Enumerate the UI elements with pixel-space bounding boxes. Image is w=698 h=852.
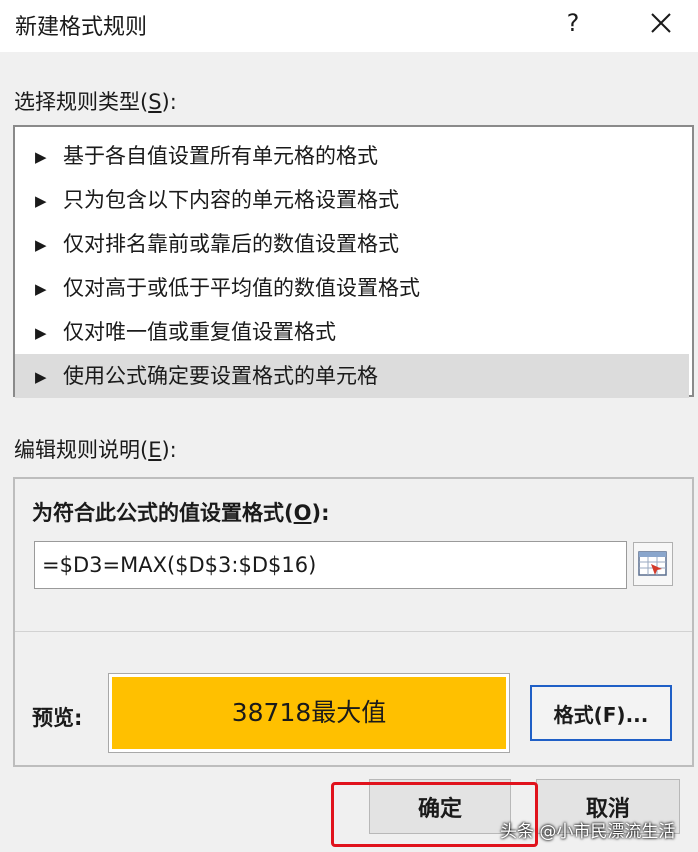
close-icon — [651, 13, 671, 33]
rule-type-item-unique-duplicate[interactable]: ▶ 仅对唯一值或重复值设置格式 — [15, 310, 692, 354]
rule-description-label: 编辑规则说明(E): — [14, 438, 177, 462]
rule-type-list[interactable]: ▶ 基于各自值设置所有单元格的格式 ▶ 只为包含以下内容的单元格设置格式 ▶ 仅对排名… — [13, 125, 694, 398]
rule-type-item-label: 基于各自值设置所有单元格的格式 — [63, 144, 378, 168]
ok-button[interactable]: 确定 — [369, 779, 511, 834]
expand-arrow-icon: ▶ — [35, 148, 47, 166]
expand-arrow-icon: ▶ — [35, 368, 47, 386]
title-bar: 新建格式规则 ? — [0, 0, 698, 52]
rule-description-panel: 为符合此公式的值设置格式(O): =$D3=MAX($D$3:$D$16) 预览… — [13, 477, 694, 767]
rule-type-item-use-formula[interactable]: ▶ 使用公式确定要设置格式的单元格 — [15, 354, 689, 398]
watermark: 头条 @小市民漂流生活 — [500, 822, 676, 842]
rule-type-item-label: 仅对高于或低于平均值的数值设置格式 — [63, 276, 420, 300]
range-select-button[interactable] — [633, 542, 673, 586]
expand-arrow-icon: ▶ — [35, 192, 47, 210]
expand-arrow-icon: ▶ — [35, 280, 47, 298]
expand-arrow-icon: ▶ — [35, 324, 47, 342]
panel-divider — [15, 631, 692, 632]
format-preview: 38718最大值 — [108, 673, 510, 753]
rule-type-item-label: 仅对排名靠前或靠后的数值设置格式 — [63, 232, 399, 256]
range-select-icon — [638, 551, 667, 576]
dialog-title: 新建格式规则 — [15, 15, 148, 40]
rule-type-label: 选择规则类型(S): — [14, 90, 177, 114]
rule-type-item-label: 只为包含以下内容的单元格设置格式 — [63, 188, 399, 212]
preview-label: 预览: — [32, 706, 83, 730]
rule-type-item-above-below-average[interactable]: ▶ 仅对高于或低于平均值的数值设置格式 — [15, 266, 692, 310]
formula-input[interactable]: =$D3=MAX($D$3:$D$16) — [34, 541, 627, 589]
rule-type-item-label: 使用公式确定要设置格式的单元格 — [63, 364, 378, 388]
close-button[interactable] — [640, 4, 682, 44]
rule-type-item-each-value[interactable]: ▶ 基于各自值设置所有单元格的格式 — [15, 134, 692, 178]
formula-title: 为符合此公式的值设置格式(O): — [32, 501, 330, 525]
help-button[interactable]: ? — [556, 4, 590, 42]
expand-arrow-icon: ▶ — [35, 236, 47, 254]
rule-type-item-label: 仅对唯一值或重复值设置格式 — [63, 320, 336, 344]
rule-type-item-top-bottom[interactable]: ▶ 仅对排名靠前或靠后的数值设置格式 — [15, 222, 692, 266]
format-button[interactable]: 格式(F)... — [530, 685, 672, 741]
rule-type-item-contains[interactable]: ▶ 只为包含以下内容的单元格设置格式 — [15, 178, 692, 222]
